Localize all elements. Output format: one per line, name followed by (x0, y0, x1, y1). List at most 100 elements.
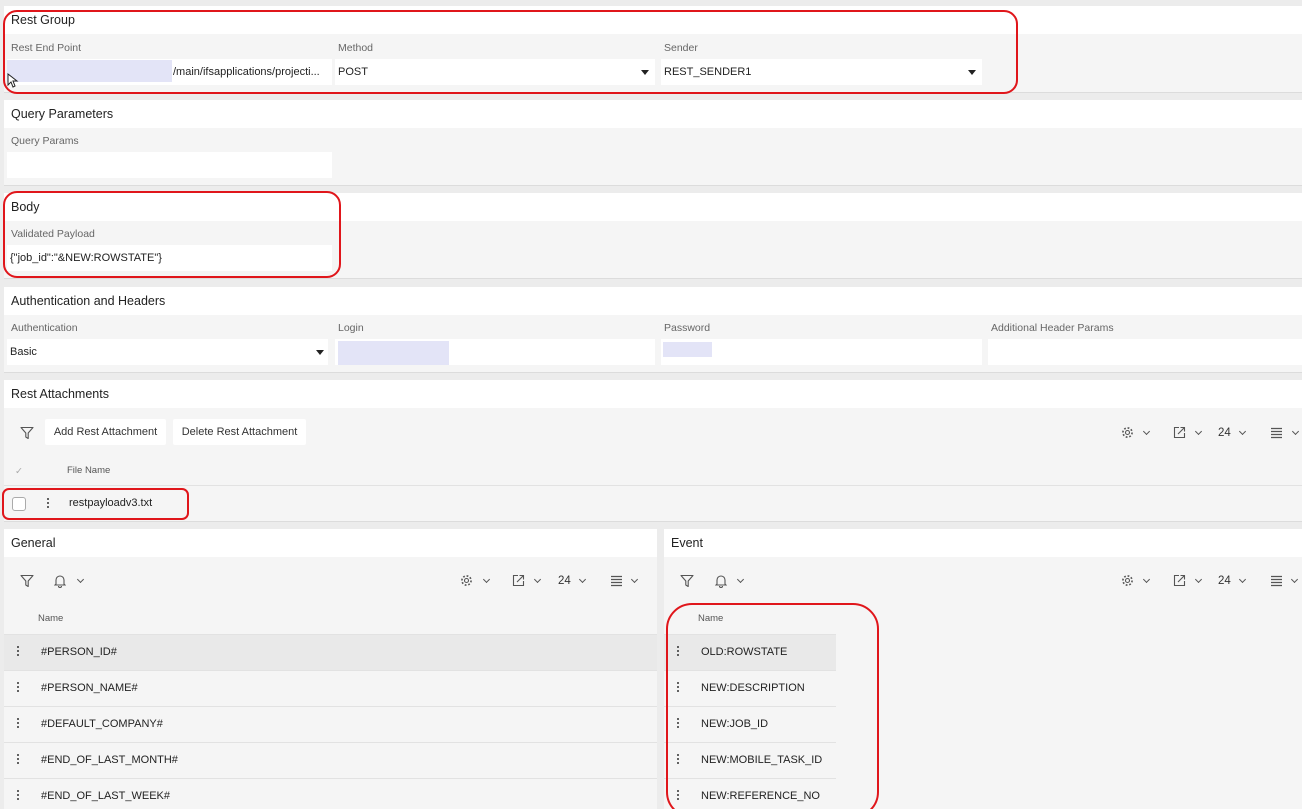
validated-payload-label: Validated Payload (11, 228, 95, 240)
export-icon[interactable] (512, 574, 525, 587)
redacted-login (338, 341, 449, 365)
login-field[interactable] (335, 339, 655, 365)
kebab-icon[interactable] (16, 646, 20, 658)
table-row[interactable]: #PERSON_ID# (4, 634, 657, 670)
rest-endpoint-value: /main/ifsapplications/projecti... (173, 66, 320, 78)
rest-endpoint-label: Rest End Point (11, 42, 82, 54)
filter-icon[interactable] (680, 574, 694, 588)
kebab-icon[interactable] (676, 754, 680, 766)
rest-attachments-title: Rest Attachments (11, 387, 109, 401)
gear-icon[interactable] (460, 574, 473, 587)
kebab-icon[interactable] (16, 754, 20, 766)
mouse-cursor-icon (7, 73, 19, 88)
method-select[interactable]: POST (335, 59, 655, 85)
kebab-icon[interactable] (676, 646, 680, 658)
sender-value: REST_SENDER1 (664, 66, 752, 78)
row-checkbox[interactable] (12, 497, 26, 511)
method-value: POST (338, 66, 368, 78)
attachment-row[interactable]: restpayloadv3.txt (4, 485, 1302, 521)
kebab-icon[interactable] (16, 790, 20, 802)
name-cell: #END_OF_LAST_MONTH# (41, 754, 178, 766)
authentication-select[interactable]: Basic (7, 339, 328, 365)
name-cell: OLD:ROWSTATE (701, 646, 788, 658)
kebab-icon[interactable] (676, 790, 680, 802)
method-label: Method (338, 42, 374, 54)
density-icon[interactable] (1270, 575, 1283, 587)
additional-header-params-field[interactable] (988, 339, 1302, 365)
table-row[interactable]: #PERSON_NAME# (4, 670, 657, 706)
bell-icon[interactable] (715, 574, 727, 588)
bell-icon[interactable] (54, 574, 66, 588)
query-params-field[interactable] (7, 152, 332, 178)
table-row[interactable]: #END_OF_LAST_MONTH# (4, 742, 657, 778)
sender-select[interactable]: REST_SENDER1 (661, 59, 982, 85)
query-params-label: Query Params (11, 135, 79, 147)
density-icon[interactable] (610, 575, 623, 587)
gear-icon[interactable] (1121, 426, 1134, 439)
body-title: Body (11, 200, 40, 214)
delete-rest-attachment-button[interactable]: Delete Rest Attachment (173, 419, 306, 445)
kebab-icon[interactable] (46, 498, 50, 510)
name-cell: NEW:DESCRIPTION (701, 682, 805, 694)
redacted-host (7, 60, 172, 82)
kebab-icon[interactable] (676, 682, 680, 694)
name-cell: #PERSON_ID# (41, 646, 117, 658)
rest-endpoint-field[interactable]: /main/ifsapplications/projecti... (7, 59, 332, 85)
chevron-down-icon[interactable] (533, 575, 542, 584)
password-field[interactable] (661, 339, 982, 365)
chevron-down-icon[interactable] (482, 575, 491, 584)
authentication-label: Authentication (11, 322, 78, 334)
chevron-down-icon[interactable] (76, 575, 85, 584)
additional-header-params-label: Additional Header Params (991, 322, 1114, 334)
page-size-value[interactable]: 24 (558, 575, 571, 587)
select-all-check[interactable]: ✓ (15, 466, 23, 477)
rest-group-panel: Rest Group Rest End Point /main/ifsappli… (4, 6, 1302, 93)
chevron-down-icon[interactable] (630, 575, 639, 584)
add-rest-attachment-button[interactable]: Add Rest Attachment (45, 419, 166, 445)
chevron-down-icon[interactable] (578, 575, 587, 584)
name-column-header[interactable]: Name (38, 613, 63, 624)
density-icon[interactable] (1270, 427, 1283, 439)
page-size-value[interactable]: 24 (1218, 427, 1231, 439)
kebab-icon[interactable] (16, 682, 20, 694)
table-row[interactable]: NEW:DESCRIPTION (664, 670, 836, 706)
export-icon[interactable] (1173, 426, 1186, 439)
chevron-down-icon[interactable] (1291, 427, 1300, 436)
file-name-column-header[interactable]: File Name (67, 465, 110, 476)
sender-label: Sender (664, 42, 698, 54)
table-row[interactable]: NEW:JOB_ID (664, 706, 836, 742)
name-cell: #END_OF_LAST_WEEK# (41, 790, 170, 802)
table-row[interactable]: NEW:REFERENCE_NO (664, 778, 836, 809)
event-title: Event (671, 536, 703, 550)
page-size-value[interactable]: 24 (1218, 575, 1231, 587)
chevron-down-icon[interactable] (1194, 575, 1203, 584)
table-row[interactable]: OLD:ROWSTATE (664, 634, 836, 670)
export-icon[interactable] (1173, 574, 1186, 587)
chevron-down-icon[interactable] (1142, 575, 1151, 584)
chevron-down-icon[interactable] (1290, 575, 1299, 584)
rest-attachments-panel: Rest Attachments Add Rest Attachment Del… (4, 380, 1302, 522)
name-column-header[interactable]: Name (698, 613, 723, 624)
table-row[interactable]: #DEFAULT_COMPANY# (4, 706, 657, 742)
validated-payload-field[interactable]: {"job_id":"&NEW:ROWSTATE"} (7, 245, 332, 271)
name-cell: #PERSON_NAME# (41, 682, 138, 694)
kebab-icon[interactable] (676, 718, 680, 730)
chevron-down-icon[interactable] (1238, 427, 1247, 436)
redacted-password (663, 342, 712, 357)
event-panel: Event 24 Name OLD:ROWSTATE NEW:DESCRIPTI… (664, 529, 1302, 809)
authentication-value: Basic (10, 346, 37, 358)
chevron-down-icon[interactable] (1238, 575, 1247, 584)
chevron-down-icon[interactable] (736, 575, 745, 584)
name-cell: NEW:MOBILE_TASK_ID (701, 754, 823, 766)
chevron-down-icon (641, 70, 649, 75)
chevron-down-icon[interactable] (1194, 427, 1203, 436)
chevron-down-icon[interactable] (1142, 427, 1151, 436)
table-row[interactable]: NEW:MOBILE_TASK_ID (664, 742, 836, 778)
gear-icon[interactable] (1121, 574, 1134, 587)
filter-icon[interactable] (20, 574, 34, 588)
auth-headers-panel: Authentication and Headers Authenticatio… (4, 287, 1302, 373)
filter-icon[interactable] (20, 426, 34, 440)
kebab-icon[interactable] (16, 718, 20, 730)
table-row[interactable]: #END_OF_LAST_WEEK# (4, 778, 657, 809)
body-panel: Body Validated Payload {"job_id":"&NEW:R… (4, 193, 1302, 279)
